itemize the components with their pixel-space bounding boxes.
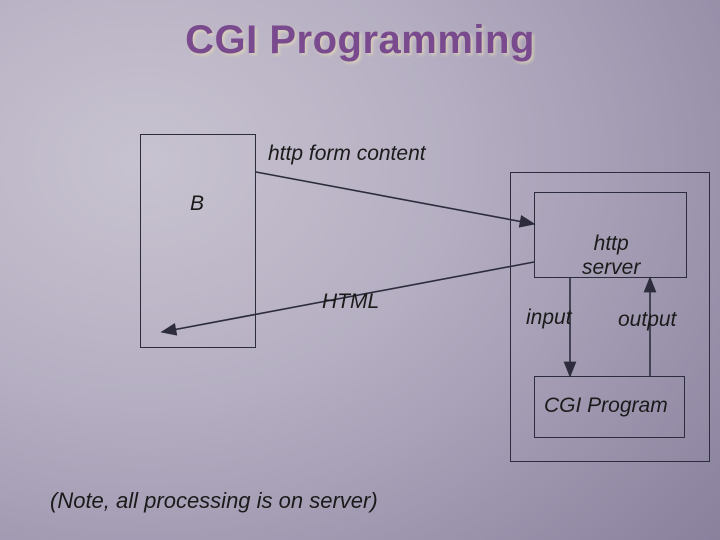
label-http-server: httpserver	[582, 232, 640, 280]
label-form-content: http form content	[268, 142, 426, 166]
label-cgi-program: CGI Program	[544, 394, 668, 418]
page-title: CGI Programming	[0, 18, 720, 63]
client-box	[140, 134, 256, 348]
arrow-form-to-server	[256, 172, 534, 224]
label-output: output	[618, 308, 676, 332]
label-html: HTML	[322, 290, 379, 314]
footer-note: (Note, all processing is on server)	[50, 488, 378, 514]
label-input: input	[526, 306, 572, 330]
label-b: B	[190, 192, 204, 216]
